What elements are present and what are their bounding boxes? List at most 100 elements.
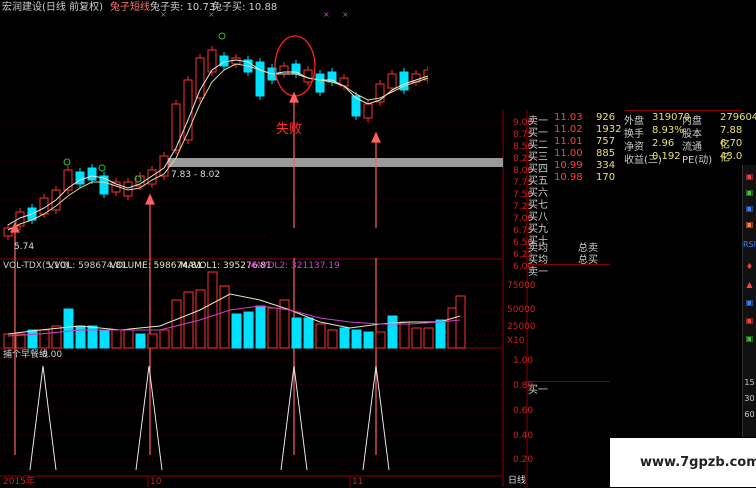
toolbar-icon-3[interactable]: ▣ [743, 204, 756, 213]
volume-bar [291, 317, 302, 349]
order-book-row: 买三 11.00 885 [528, 148, 626, 163]
toolbar-icon-7[interactable]: ▣ [743, 298, 756, 307]
volume-bar [87, 325, 98, 349]
order-volume: 926 [596, 112, 616, 123]
stat-value: 2.96 [652, 138, 675, 149]
svg-text:×: × [323, 10, 330, 19]
stat-row: 收益(三) 0.192 PE(动) 43.0 [624, 151, 743, 166]
toolbar-icon-2[interactable]: ▣ [743, 188, 756, 197]
ind-axis-0: 1.00 [513, 356, 534, 366]
indicator-value: 0.00 [42, 350, 63, 360]
total-sell-label: 总卖 [578, 243, 598, 254]
toolbar-30[interactable]: 30 [743, 394, 756, 403]
volume-bar [51, 325, 62, 349]
order-volume: 757 [596, 136, 616, 147]
vol-axis-0: 75000 [507, 281, 536, 291]
volume-bar [339, 327, 350, 349]
buy-value: 兔子买: 10.88 [212, 2, 278, 13]
volume-bars [3, 271, 466, 349]
stat-value: 0.192 [652, 151, 681, 162]
volume-bar [351, 329, 362, 349]
range-label: 7.83 - 8.02 [171, 170, 221, 180]
order-book-row: 买四 10.99 334 [528, 160, 626, 175]
stat-row: 净资 2.96 流通 6.70亿 [624, 138, 742, 164]
volume-bar [111, 329, 122, 349]
order-volume: 170 [596, 172, 616, 183]
stat-value: 43.0 [720, 151, 743, 162]
toolbar-icon-6[interactable]: ▲ [743, 280, 756, 289]
stat-row: 换手 8.93% 股本 7.88亿 [624, 125, 742, 151]
period-tab-daily[interactable]: 日线 [508, 476, 526, 487]
volume-bar [303, 317, 314, 349]
toolbar-15[interactable]: 15 [743, 378, 756, 387]
volume-bar [135, 333, 146, 349]
toolbar-icon-8[interactable]: ▣ [743, 316, 756, 325]
volume-bar [387, 315, 398, 349]
volume-bar [315, 323, 326, 349]
order-price: 11.02 [554, 124, 583, 135]
order-volume: 334 [596, 160, 616, 171]
volume-bar [99, 329, 110, 349]
redaction-box [266, 228, 489, 258]
sell-value: 兔子卖: 10.73 [150, 2, 216, 13]
stock-chart-canvas[interactable]: × × × × [0, 0, 756, 487]
watermark-text: www.7gpzb.com [640, 455, 756, 470]
ob-divider-2 [527, 381, 610, 382]
candle-body [363, 103, 373, 119]
stat-value: 279604 [720, 112, 756, 123]
date-label-0: 2015年 [3, 477, 35, 487]
order-price: 11.01 [554, 136, 583, 147]
ma-line-white [7, 59, 429, 226]
candle-body [99, 175, 109, 195]
sell-avg-label: 卖均 [528, 243, 548, 254]
order-book-row: 卖一 11.03 926 [528, 112, 626, 127]
order-price: 10.99 [554, 160, 583, 171]
toolbar-icon-5[interactable]: ♦ [743, 262, 756, 271]
ind-axis-2: 0.60 [513, 406, 534, 416]
signal-arrows [10, 91, 381, 455]
toolbar-icon-1[interactable]: ▣ [743, 172, 756, 181]
volume-bar [75, 325, 86, 349]
stat-row: 外盘 319070 内盘 279604 [624, 112, 756, 127]
toolbar-60[interactable]: 60 [743, 410, 756, 419]
volume-bar [147, 333, 158, 349]
order-book-row: 买六 [528, 184, 626, 199]
candle-body [219, 55, 229, 67]
vol-axis-2: 25000 [507, 322, 536, 332]
candle-body [87, 167, 97, 181]
order-price: 11.00 [554, 148, 583, 159]
date-label-1: 10 [150, 477, 162, 487]
candle-body [231, 57, 241, 65]
ind-axis-4: 0.20 [513, 455, 534, 465]
candle-body [375, 83, 385, 103]
order-volume: 1932 [596, 124, 622, 135]
volume-bar [411, 327, 422, 349]
volume-bar [39, 329, 50, 349]
toolbar-rsi[interactable]: RSI [743, 240, 756, 249]
fail-annotation: 失败 [276, 122, 303, 137]
vol-axis-1: 50000 [507, 305, 536, 315]
stat-value: 8.93% [652, 125, 684, 136]
volume-bar [243, 311, 254, 349]
volume-bar [267, 307, 278, 349]
toolbar-icon-4[interactable]: ▣ [743, 220, 756, 229]
price-grid [0, 121, 503, 461]
candle-body [195, 57, 205, 99]
toolbar-icon-9[interactable]: ▣ [743, 334, 756, 343]
stats-divider [625, 110, 742, 111]
volume-bar [159, 329, 170, 349]
order-price: 10.98 [554, 172, 583, 183]
candle-body [387, 73, 397, 89]
candle-body [303, 69, 313, 83]
candle-body [159, 155, 169, 177]
volume-bar [207, 271, 218, 349]
candlesticks [3, 46, 433, 240]
volume-bar [255, 305, 266, 349]
candle-body [315, 73, 325, 93]
order-volume: 885 [596, 148, 616, 159]
low-price-label: 5.74 [14, 242, 35, 252]
volume-bar [327, 329, 338, 349]
volume-bar [363, 331, 374, 349]
vol-axis-3: X10 [507, 336, 525, 346]
candle-body [63, 169, 73, 191]
